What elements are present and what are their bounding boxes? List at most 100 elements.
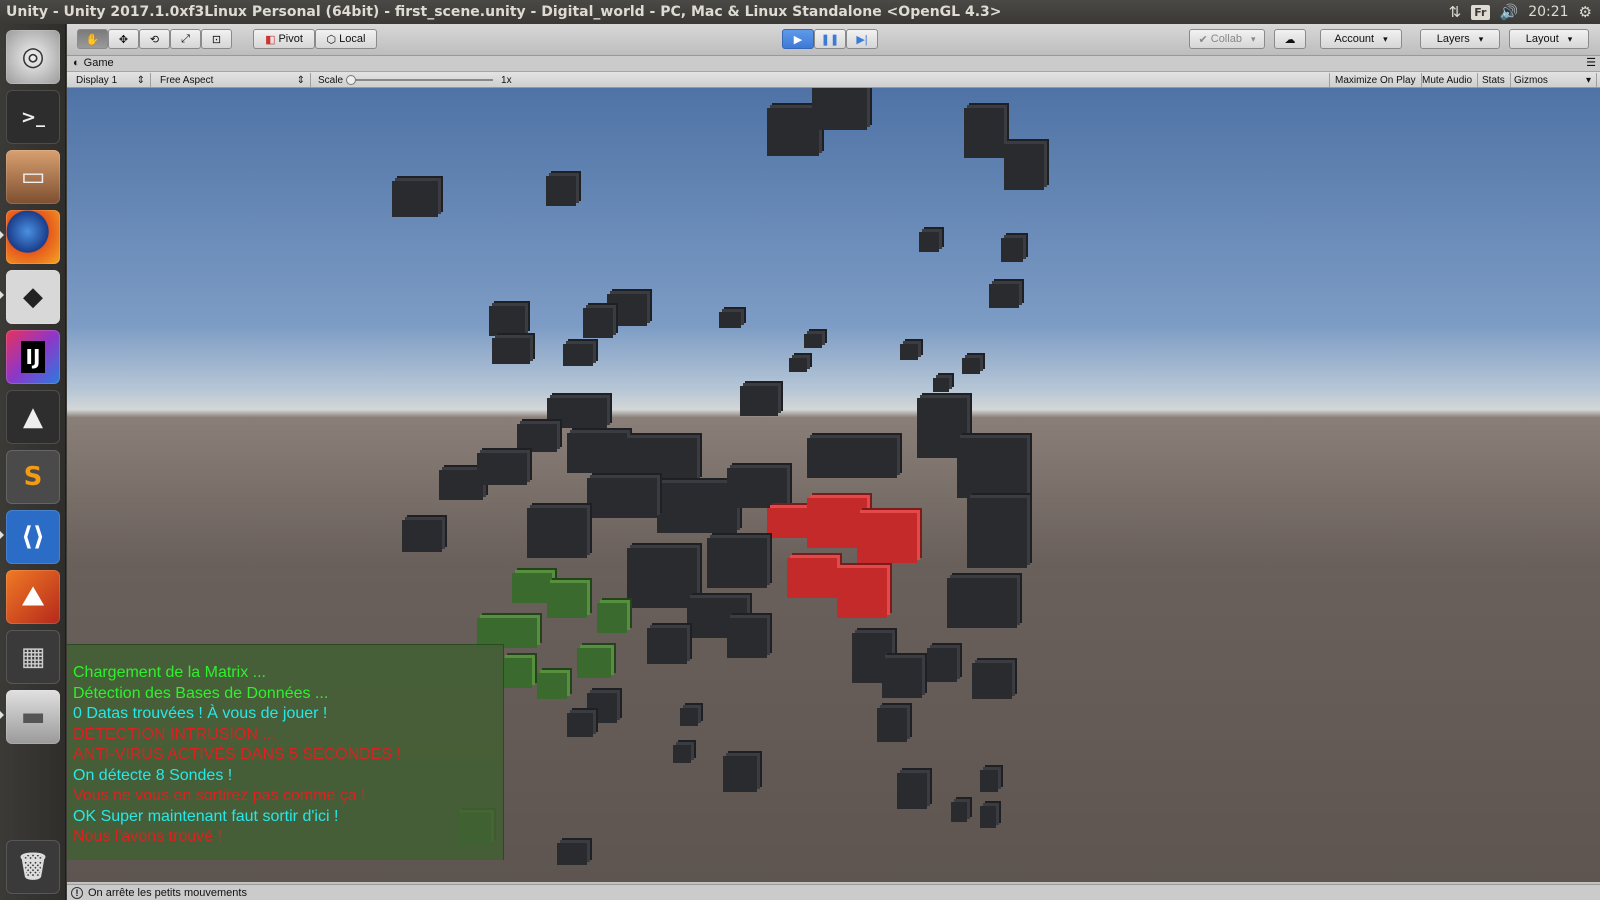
trash-icon[interactable]: 🗑	[6, 840, 60, 894]
scene-cube	[897, 773, 927, 809]
maximize-on-play-toggle[interactable]: Maximize On Play	[1329, 73, 1422, 87]
scene-cube-green	[537, 673, 567, 699]
scene-cube	[587, 478, 657, 518]
firefox-icon[interactable]	[6, 210, 60, 264]
game-tab-bar: ◐ Game ☰	[67, 56, 1600, 72]
console-line: Chargement de la Matrix ...	[73, 664, 266, 681]
scene-cube	[972, 663, 1012, 699]
scene-cube	[1001, 238, 1023, 262]
scene-cube	[727, 618, 767, 658]
rect-tool-button[interactable]: ⊡	[201, 29, 232, 49]
pause-button[interactable]: ❚❚	[814, 29, 846, 49]
display-dropdown[interactable]: Display 1 ⇕	[71, 73, 151, 87]
scene-cube	[583, 308, 613, 338]
console-line: OK Super maintenant faut sortir d'ici !	[73, 807, 339, 825]
keyboard-layout-indicator[interactable]: Fr	[1471, 4, 1490, 20]
volume-icon[interactable]: 🔊	[1500, 3, 1519, 21]
scene-cube	[740, 386, 778, 416]
game-viewport[interactable]: Chargement de la Matrix ... Détection des…	[67, 88, 1600, 882]
unity-icon[interactable]: ◆	[6, 270, 60, 324]
scene-cube	[980, 806, 996, 828]
pivot-toggle[interactable]: ◧ Pivot	[253, 29, 315, 49]
scale-tool-button[interactable]: ⤢	[170, 29, 201, 49]
scene-cube	[489, 306, 525, 336]
checkmark-icon: ✔	[1198, 33, 1208, 46]
scale-control: Scale 1x	[318, 74, 512, 86]
play-button[interactable]: ▶	[782, 29, 814, 49]
scene-cube-red	[857, 513, 917, 563]
hand-icon: ✋	[85, 33, 100, 46]
scene-cube	[962, 358, 980, 374]
scene-cube	[727, 468, 787, 508]
scene-cube-green	[547, 583, 587, 618]
sublime-text-icon[interactable]: S	[6, 450, 60, 504]
scene-cube	[527, 508, 587, 558]
step-button[interactable]: ▶|	[846, 29, 878, 49]
layers-dropdown[interactable]: Layers	[1420, 29, 1500, 49]
hand-tool-button[interactable]: ✋	[77, 29, 108, 49]
console-line: Détection des Bases de Données ...	[73, 684, 329, 702]
step-icon: ▶|	[856, 33, 868, 46]
intellij-icon[interactable]: IJ	[6, 330, 60, 384]
tab-menu-icon[interactable]: ☰	[1586, 56, 1596, 69]
scale-slider-thumb[interactable]	[346, 75, 357, 85]
disk-drive-icon[interactable]: ▬	[6, 690, 60, 744]
aspect-dropdown[interactable]: Free Aspect ⇕	[155, 73, 311, 87]
scene-cube	[680, 708, 698, 726]
scale-slider[interactable]	[346, 75, 494, 85]
inkscape-icon[interactable]: ▲	[6, 390, 60, 444]
gizmos-dropdown[interactable]: Gizmos ▾	[1509, 73, 1597, 87]
scene-cube-green	[502, 658, 532, 688]
console-line: Vous ne vous en sortirez pas comme ça !	[73, 787, 366, 804]
scene-cube	[673, 745, 691, 763]
system-indicators: ⇅ Fr 🔊 20:21 ⚙	[1449, 3, 1600, 21]
move-tool-button[interactable]: ✥	[108, 29, 139, 49]
scene-cube	[927, 648, 957, 682]
scene-cube	[719, 312, 741, 328]
rotate-tool-button[interactable]: ⟲	[139, 29, 170, 49]
launcher-sidebar: ◎ >_ ▭ ◆ IJ ▲ S ⟨⟩ ⛰ ▦ ▬ 🗑	[0, 24, 66, 900]
scene-cube-red	[787, 558, 837, 598]
scene-cube	[989, 284, 1019, 308]
console-line: 0 Datas trouvées ! À vous de jouer !	[73, 705, 328, 722]
scene-cube-green	[512, 573, 552, 603]
scene-cube	[392, 181, 438, 217]
pause-icon: ❚❚	[820, 33, 840, 46]
scene-cube	[627, 438, 697, 482]
mute-audio-toggle[interactable]: Mute Audio	[1417, 73, 1479, 87]
ubuntu-dash-icon[interactable]: ◎	[6, 30, 60, 84]
scene-cube	[723, 756, 757, 792]
scene-cube	[957, 438, 1027, 498]
network-icon[interactable]: ⇅	[1449, 3, 1462, 21]
terminal-icon[interactable]: >_	[6, 90, 60, 144]
scene-cube	[402, 520, 442, 552]
tab-game[interactable]: ◐ Game	[73, 57, 114, 69]
cloud-button[interactable]: ☁	[1274, 29, 1306, 49]
scene-cube-green	[577, 648, 611, 678]
files-icon[interactable]: ▭	[6, 150, 60, 204]
scale-icon: ⤢	[181, 32, 190, 45]
settings-gear-icon[interactable]: ⚙	[1579, 3, 1592, 21]
vscode-icon[interactable]: ⟨⟩	[6, 510, 60, 564]
console-line: DÉTECTION INTRUSION ...	[73, 725, 276, 743]
account-dropdown[interactable]: Account	[1320, 29, 1402, 49]
clock[interactable]: 20:21	[1528, 4, 1568, 20]
stats-toggle[interactable]: Stats	[1477, 73, 1511, 87]
scene-cube	[947, 578, 1017, 628]
status-bar: ! On arrête les petits mouvements	[67, 884, 1600, 900]
scene-cube-green	[597, 603, 627, 633]
scene-cube-red	[767, 508, 807, 538]
collab-dropdown[interactable]: ✔ Collab	[1189, 29, 1265, 49]
workspace-switcher-icon[interactable]: ▦	[6, 630, 60, 684]
scene-cube-red	[837, 568, 887, 618]
scene-cube	[933, 378, 949, 392]
scene-cube	[607, 294, 647, 326]
scene-cube	[477, 453, 527, 485]
local-toggle[interactable]: ⬡ Local	[315, 29, 377, 49]
matlab-icon[interactable]: ⛰	[6, 570, 60, 624]
console-line: ANTI-VIRUS ACTIVÉS DANS 5 SECONDES !	[73, 746, 402, 763]
scene-cube	[812, 88, 867, 130]
game-console-log: Chargement de la Matrix ... Détection des…	[67, 644, 504, 860]
scene-cube	[877, 708, 907, 742]
layout-dropdown[interactable]: Layout	[1509, 29, 1589, 49]
